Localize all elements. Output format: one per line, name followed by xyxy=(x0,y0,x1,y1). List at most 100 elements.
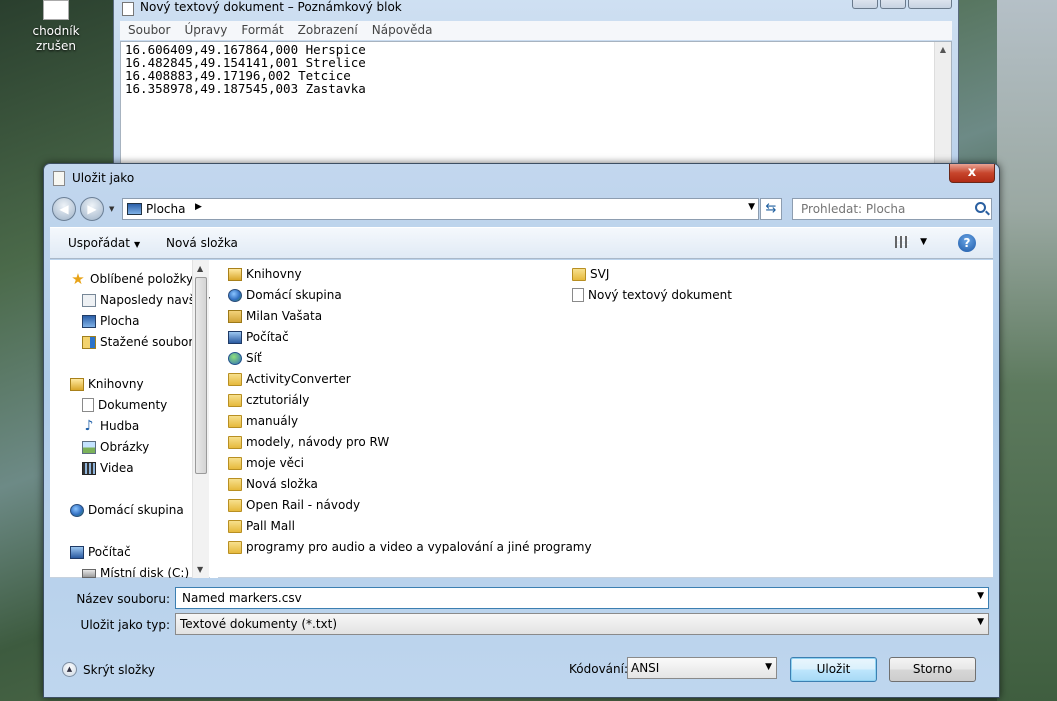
nav-item-favorites[interactable]: ★ Oblíbené položky xyxy=(70,269,193,289)
scroll-up-icon[interactable]: ▲ xyxy=(197,264,203,273)
cancel-button[interactable]: Storno xyxy=(889,657,976,682)
nav-item-documents[interactable]: Dokumenty xyxy=(82,395,167,415)
list-item[interactable]: Knihovny xyxy=(228,264,302,284)
pane-splitter[interactable] xyxy=(210,260,218,578)
help-icon[interactable]: ? xyxy=(958,234,976,252)
list-item[interactable]: Domácí skupina xyxy=(228,285,342,305)
nav-item-videos[interactable]: Videa xyxy=(82,458,134,478)
item-label: Nový textový dokument xyxy=(588,288,732,302)
menu-help[interactable]: Nápověda xyxy=(372,21,433,40)
filetype-select[interactable]: Textové dokumenty (*.txt) ▼ xyxy=(175,613,989,635)
notepad-title: Nový textový dokument – Poznámkový blok xyxy=(140,0,402,14)
nav-scrollbar[interactable]: ▲ ▼ xyxy=(192,260,209,578)
item-label: moje věci xyxy=(246,456,304,470)
scroll-down-icon[interactable]: ▼ xyxy=(197,565,203,574)
menu-format[interactable]: Formát xyxy=(241,21,283,40)
nav-item-music[interactable]: ♪ Hudba xyxy=(82,416,140,436)
minimize-button[interactable] xyxy=(852,0,878,9)
menu-edit[interactable]: Úpravy xyxy=(184,21,227,40)
hide-folders-button[interactable]: ▲ Skrýt složky xyxy=(62,662,155,677)
desktop-icon[interactable]: chodník zrušen xyxy=(30,0,82,54)
nav-item-label: Stažené soubory xyxy=(100,335,201,349)
list-item[interactable]: Milan Vašata xyxy=(228,306,322,326)
music-icon: ♪ xyxy=(84,417,94,434)
nav-item-pictures[interactable]: Obrázky xyxy=(82,437,149,457)
folder-icon xyxy=(228,540,242,554)
view-options-icon[interactable] xyxy=(895,236,909,248)
list-item[interactable]: Nová složka xyxy=(228,474,318,494)
text-document-icon xyxy=(572,288,584,302)
folder-icon xyxy=(572,267,586,281)
organize-button[interactable]: Uspořádat ▼ xyxy=(68,236,140,250)
list-item[interactable]: ActivityConverter xyxy=(228,369,351,389)
list-item[interactable]: cztutoriály xyxy=(228,390,309,410)
history-dropdown-icon[interactable]: ▼ xyxy=(109,205,114,213)
nav-item-desktop[interactable]: Plocha xyxy=(82,311,139,331)
save-button[interactable]: Uložit xyxy=(790,657,877,682)
folder-icon xyxy=(228,414,242,428)
forward-button[interactable]: ▶ xyxy=(80,197,104,221)
chevron-down-icon[interactable]: ▼ xyxy=(977,591,984,601)
filename-field[interactable]: ▼ xyxy=(175,587,989,609)
chevron-down-icon: ▼ xyxy=(977,617,984,627)
back-button[interactable]: ◀ xyxy=(52,197,76,221)
nav-item-downloads[interactable]: Stažené soubory xyxy=(82,332,200,352)
chevron-down-icon: ▼ xyxy=(133,240,141,249)
scroll-up-icon[interactable]: ▲ xyxy=(935,45,951,54)
list-item[interactable]: manuály xyxy=(228,411,298,431)
downloads-icon xyxy=(82,335,96,349)
dialog-close-button[interactable]: x xyxy=(949,164,995,183)
nav-item-label: Knihovny xyxy=(88,377,144,391)
menu-file[interactable]: Soubor xyxy=(128,21,170,40)
list-item[interactable]: Nový textový dokument xyxy=(572,285,732,305)
list-item[interactable]: modely, návody pro RW xyxy=(228,432,389,452)
folder-icon xyxy=(228,477,242,491)
nav-item-computer[interactable]: Počítač xyxy=(70,542,131,562)
list-item[interactable]: Pall Mall xyxy=(228,516,295,536)
nav-item-label: Videa xyxy=(100,461,134,475)
list-item[interactable]: Počítač xyxy=(228,327,289,347)
nav-item-homegroup[interactable]: Domácí skupina xyxy=(70,500,184,520)
vertical-scrollbar[interactable]: ▲ xyxy=(934,42,951,182)
list-item[interactable]: moje věci xyxy=(228,453,304,473)
nav-item-local-disk[interactable]: Místní disk (C:) xyxy=(82,563,189,578)
nav-item-label: Plocha xyxy=(100,314,140,328)
notepad-text-area[interactable]: 16.606409,49.167864,000 Herspice 16.4828… xyxy=(120,41,952,183)
new-folder-button[interactable]: Nová složka xyxy=(166,236,238,250)
item-label: Knihovny xyxy=(246,267,302,281)
address-location[interactable]: Plocha xyxy=(146,202,185,216)
item-label: Open Rail - návody xyxy=(246,498,361,512)
nav-item-libraries[interactable]: Knihovny xyxy=(70,374,144,394)
list-item[interactable]: Open Rail - návody xyxy=(228,495,360,515)
disk-icon xyxy=(82,568,96,578)
refresh-icon: ⇆ xyxy=(765,201,777,216)
item-label: Počítač xyxy=(246,330,289,344)
list-item[interactable]: programy pro audio a video a vypalování … xyxy=(228,537,592,557)
maximize-button[interactable] xyxy=(880,0,906,9)
encoding-select[interactable]: ANSI ▼ xyxy=(627,657,777,679)
nav-item-recent[interactable]: Naposledy navštívené xyxy=(82,290,210,310)
command-bar: Uspořádat ▼ Nová složka ▼ ? xyxy=(50,227,993,259)
menu-bar: Soubor Úpravy Formát Zobrazení Nápověda xyxy=(120,21,952,40)
nav-item-label: Domácí skupina xyxy=(88,503,184,517)
address-bar[interactable]: Plocha ▶ ▼ xyxy=(122,198,759,220)
list-item[interactable]: SVJ xyxy=(572,264,609,284)
search-box[interactable] xyxy=(792,198,992,220)
menu-view[interactable]: Zobrazení xyxy=(298,21,358,40)
pictures-icon xyxy=(82,440,96,454)
item-label: cztutoriály xyxy=(246,393,310,407)
view-dropdown-icon[interactable]: ▼ xyxy=(920,237,927,247)
breadcrumb-arrow-icon[interactable]: ▶ xyxy=(195,202,202,212)
notepad-icon xyxy=(53,171,65,186)
list-item[interactable]: Síť xyxy=(228,348,262,368)
filename-input[interactable] xyxy=(180,589,960,607)
search-input[interactable] xyxy=(799,200,969,218)
folder-icon xyxy=(228,519,242,533)
search-icon[interactable] xyxy=(975,202,986,213)
scroll-thumb[interactable] xyxy=(195,277,207,474)
refresh-button[interactable]: ⇆ xyxy=(760,198,782,220)
close-button[interactable] xyxy=(908,0,952,9)
filetype-label: Uložit jako typ: xyxy=(80,618,170,632)
address-dropdown-icon[interactable]: ▼ xyxy=(748,202,755,212)
chevron-down-icon: ▼ xyxy=(765,662,772,672)
